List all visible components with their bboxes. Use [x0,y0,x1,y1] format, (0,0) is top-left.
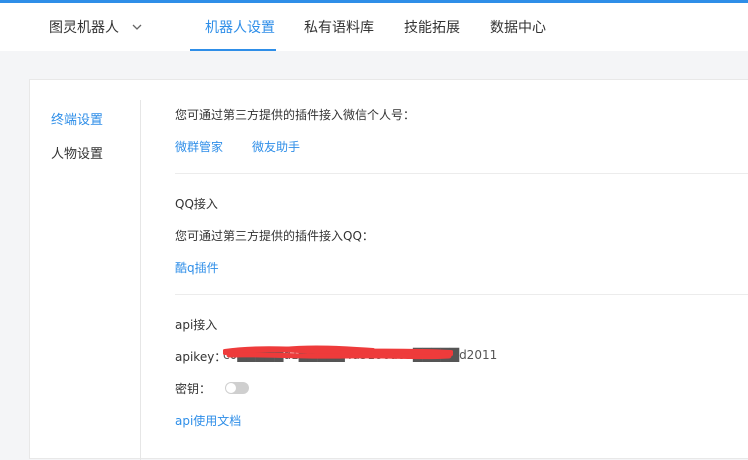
robot-name: 图灵机器人 [49,20,119,36]
top-header: 图灵机器人 机器人设置 私有语料库 技能拓展 数据中心 [0,3,748,51]
tab-skill-extension[interactable]: 技能拓展 [404,17,460,37]
section-divider [175,294,748,295]
active-tab-indicator [190,49,276,51]
settings-sidebar: 终端设置 人物设置 [30,80,140,458]
qq-description: 您可通过第三方提供的插件接入QQ： [175,229,374,243]
settings-panel: 终端设置 人物设置 您可通过第三方提供的插件接入微信个人号： 微群管家 微友助手… [29,79,748,460]
link-weiyou-zhushou[interactable]: 微友助手 [252,138,300,155]
apikey-row: apikey： c0█████d1█████4a5180a05█████d201… [175,345,575,364]
terminal-settings-content: 您可通过第三方提供的插件接入微信个人号： 微群管家 微友助手 QQ接入 您可通过… [175,80,748,458]
sidebar-divider [140,100,141,460]
api-section-title: api接入 [175,318,218,332]
link-weiqun-guanjia[interactable]: 微群管家 [175,138,223,155]
redaction-scribble [223,345,453,360]
chevron-down-icon [132,24,142,30]
apikey-label: apikey： [175,350,227,364]
link-api-docs[interactable]: api使用文档 [175,412,241,429]
secret-toggle[interactable] [225,382,249,394]
tab-robot-settings[interactable]: 机器人设置 [205,17,275,37]
sidebar-item-terminal-settings[interactable]: 终端设置 [51,109,103,128]
sidebar-item-persona-settings[interactable]: 人物设置 [51,143,103,162]
link-kuq-plugin[interactable]: 酷q插件 [175,259,219,276]
toggle-knob [226,383,236,393]
tab-data-center[interactable]: 数据中心 [490,17,546,37]
section-divider [175,173,748,174]
secret-label: 密钥： [175,382,212,396]
qq-section-title: QQ接入 [175,197,218,211]
tab-private-corpus[interactable]: 私有语料库 [304,17,374,37]
wechat-description: 您可通过第三方提供的插件接入微信个人号： [175,108,416,122]
robot-selector[interactable]: 图灵机器人 [49,17,143,37]
